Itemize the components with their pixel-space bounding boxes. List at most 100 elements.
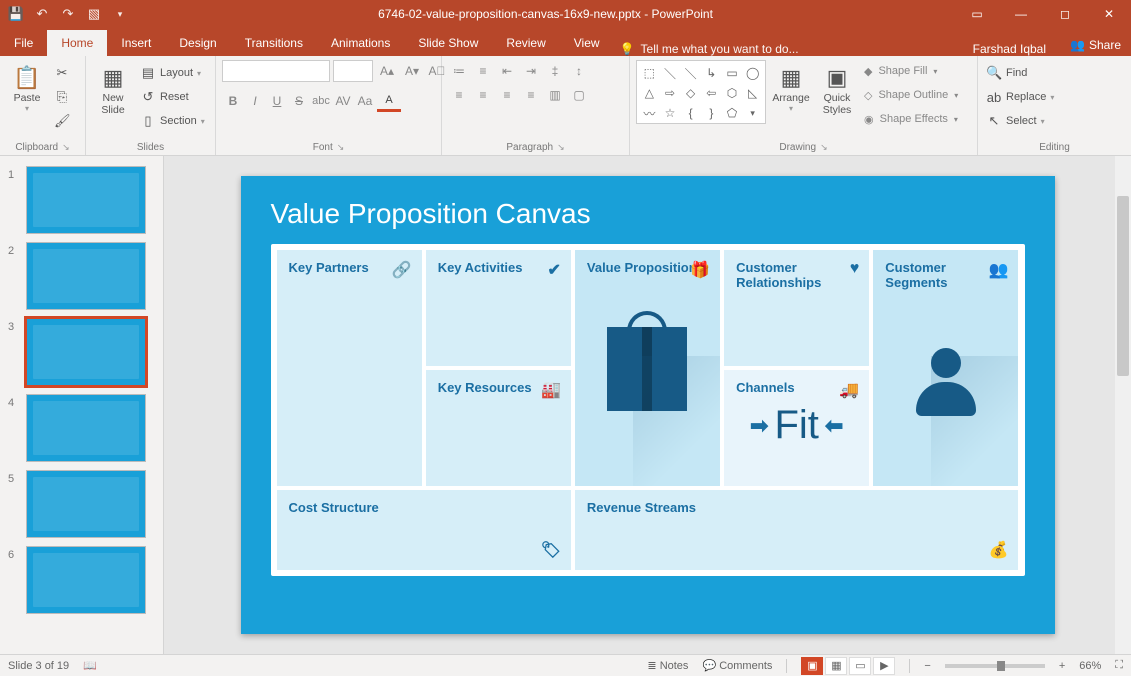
shape-line-icon[interactable]: ＼ bbox=[661, 64, 680, 82]
comments-button[interactable]: 💬 Comments bbox=[702, 659, 772, 672]
sorter-view-button[interactable]: ▦ bbox=[825, 657, 847, 675]
numbering-button[interactable]: ≡ bbox=[472, 60, 494, 82]
close-button[interactable]: ✕ bbox=[1087, 0, 1131, 28]
maximize-button[interactable]: ◻ bbox=[1043, 0, 1087, 28]
smartart-button[interactable]: ▢ bbox=[568, 84, 590, 106]
clipboard-dialog-launcher[interactable]: ↘ bbox=[62, 142, 70, 153]
shape-more-dropdown[interactable]: ▾ bbox=[743, 104, 762, 122]
layout-button[interactable]: ▤Layout▾ bbox=[138, 62, 207, 84]
align-right-button[interactable]: ≡ bbox=[496, 84, 518, 106]
minimize-button[interactable]: — bbox=[999, 0, 1043, 28]
shape-brace-icon[interactable]: { bbox=[681, 104, 700, 122]
shape-curve-icon[interactable]: 〰 bbox=[640, 104, 659, 122]
slideshow-view-button[interactable]: ▶ bbox=[873, 657, 895, 675]
thumbnail-6[interactable]: 6 bbox=[0, 542, 163, 618]
tab-insert[interactable]: Insert bbox=[107, 30, 165, 56]
shapes-gallery[interactable]: ⬚＼＼↳▭◯ △⇨◇⇦⬡◺ 〰☆{}⬠▾ bbox=[636, 60, 766, 124]
file-tab[interactable]: File bbox=[0, 30, 47, 56]
cell-customer-segments[interactable]: Customer Segments 👥 bbox=[873, 250, 1018, 486]
ribbon-display-options-icon[interactable]: ▭ bbox=[955, 0, 999, 28]
copy-button[interactable]: ⎘ bbox=[52, 86, 72, 108]
shape-rect-icon[interactable]: ▭ bbox=[723, 64, 742, 82]
slide[interactable]: Value Proposition Canvas Key Partners 🔗 … bbox=[241, 176, 1055, 634]
columns-button[interactable]: ▥ bbox=[544, 84, 566, 106]
slide-canvas-area[interactable]: Value Proposition Canvas Key Partners 🔗 … bbox=[164, 156, 1131, 654]
slide-counter[interactable]: Slide 3 of 19 bbox=[8, 660, 69, 672]
shape-line2-icon[interactable]: ＼ bbox=[681, 64, 700, 82]
shape-brace2-icon[interactable]: } bbox=[702, 104, 721, 122]
signed-in-user[interactable]: Farshad Iqbal bbox=[959, 42, 1060, 56]
font-name-combo[interactable] bbox=[222, 60, 330, 82]
shape-triangle-icon[interactable]: △ bbox=[640, 84, 659, 102]
shape-outline-button[interactable]: ◇Shape Outline▾ bbox=[862, 84, 960, 106]
shape-effects-button[interactable]: ◉Shape Effects▾ bbox=[862, 108, 960, 130]
shape-hexagon-icon[interactable]: ⬡ bbox=[723, 84, 742, 102]
shape-arrow2-icon[interactable]: ⇦ bbox=[702, 84, 721, 102]
replace-button[interactable]: abReplace▾ bbox=[984, 86, 1056, 108]
redo-icon[interactable]: ↷ bbox=[60, 6, 76, 22]
shape-textbox-icon[interactable]: ⬚ bbox=[640, 64, 659, 82]
paragraph-dialog-launcher[interactable]: ↘ bbox=[557, 142, 565, 153]
thumbnail-1[interactable]: 1 bbox=[0, 162, 163, 238]
underline-button[interactable]: U bbox=[266, 90, 288, 112]
format-painter-button[interactable]: 🖌 bbox=[52, 110, 72, 132]
text-direction-button[interactable]: ↕ bbox=[568, 60, 590, 82]
shape-fill-button[interactable]: ◆Shape Fill▾ bbox=[862, 60, 960, 82]
zoom-out-button[interactable]: − bbox=[924, 660, 930, 672]
font-dialog-launcher[interactable]: ↘ bbox=[337, 142, 345, 153]
fit-to-window-button[interactable]: ⛶ bbox=[1115, 659, 1123, 672]
shape-diamond-icon[interactable]: ◇ bbox=[681, 84, 700, 102]
slide-thumbnails-panel[interactable]: 1 2 3 4 5 6 bbox=[0, 156, 164, 654]
undo-icon[interactable]: ↶ bbox=[34, 6, 50, 22]
zoom-level[interactable]: 66% bbox=[1079, 660, 1101, 672]
tab-transitions[interactable]: Transitions bbox=[231, 30, 317, 56]
increase-indent-button[interactable]: ⇥ bbox=[520, 60, 542, 82]
drawing-dialog-launcher[interactable]: ↘ bbox=[820, 142, 828, 153]
start-from-beginning-icon[interactable]: ▧ bbox=[86, 6, 102, 22]
shape-star-icon[interactable]: ☆ bbox=[661, 104, 680, 122]
tab-slideshow[interactable]: Slide Show bbox=[404, 30, 492, 56]
slide-title[interactable]: Value Proposition Canvas bbox=[271, 198, 1025, 230]
zoom-in-button[interactable]: + bbox=[1059, 660, 1065, 672]
justify-button[interactable]: ≡ bbox=[520, 84, 542, 106]
thumbnail-4[interactable]: 4 bbox=[0, 390, 163, 466]
tell-me-search[interactable]: 💡 Tell me what you want to do... bbox=[620, 42, 799, 56]
align-center-button[interactable]: ≡ bbox=[472, 84, 494, 106]
thumbnail-5[interactable]: 5 bbox=[0, 466, 163, 542]
thumbnail-2[interactable]: 2 bbox=[0, 238, 163, 314]
bold-button[interactable]: B bbox=[222, 90, 244, 112]
bullets-button[interactable]: ≔ bbox=[448, 60, 470, 82]
shape-more1-icon[interactable]: ⬠ bbox=[723, 104, 742, 122]
select-button[interactable]: ↖Select▾ bbox=[984, 110, 1056, 132]
tab-review[interactable]: Review bbox=[492, 30, 559, 56]
notes-button[interactable]: ≣ Notes bbox=[647, 659, 688, 672]
text-shadow-button[interactable]: abc bbox=[310, 90, 332, 112]
vertical-scrollbar[interactable] bbox=[1115, 156, 1131, 654]
align-left-button[interactable]: ≡ bbox=[448, 84, 470, 106]
cell-key-resources[interactable]: Key Resources 🏭 bbox=[426, 370, 571, 486]
normal-view-button[interactable]: ▣ bbox=[801, 657, 823, 675]
section-button[interactable]: ▯Section▾ bbox=[138, 110, 207, 132]
decrease-font-icon[interactable]: A▾ bbox=[401, 60, 423, 82]
shape-callout-icon[interactable]: ◺ bbox=[743, 84, 762, 102]
cell-channels[interactable]: Channels 🚚 ➡ Fit ⬅ bbox=[724, 370, 869, 486]
font-size-combo[interactable] bbox=[333, 60, 373, 82]
decrease-indent-button[interactable]: ⇤ bbox=[496, 60, 518, 82]
shape-arrow-icon[interactable]: ⇨ bbox=[661, 84, 680, 102]
quick-styles-button[interactable]: ▣ Quick Styles bbox=[816, 60, 858, 116]
line-spacing-button[interactable]: ‡ bbox=[544, 60, 566, 82]
new-slide-button[interactable]: ▦ New Slide bbox=[92, 60, 134, 116]
save-icon[interactable]: 💾 bbox=[8, 6, 24, 22]
character-spacing-button[interactable]: AV bbox=[332, 90, 354, 112]
shape-oval-icon[interactable]: ◯ bbox=[743, 64, 762, 82]
font-color-button[interactable]: A bbox=[377, 90, 401, 112]
cell-key-activities[interactable]: Key Activities ✔ bbox=[426, 250, 571, 366]
increase-font-icon[interactable]: A▴ bbox=[376, 60, 398, 82]
tab-design[interactable]: Design bbox=[165, 30, 230, 56]
reset-button[interactable]: ↺Reset bbox=[138, 86, 207, 108]
strikethrough-button[interactable]: S bbox=[288, 90, 310, 112]
shape-connector-icon[interactable]: ↳ bbox=[702, 64, 721, 82]
cell-key-partners[interactable]: Key Partners 🔗 bbox=[277, 250, 422, 486]
share-button[interactable]: 👥 Share bbox=[1060, 34, 1131, 56]
tab-animations[interactable]: Animations bbox=[317, 30, 404, 56]
